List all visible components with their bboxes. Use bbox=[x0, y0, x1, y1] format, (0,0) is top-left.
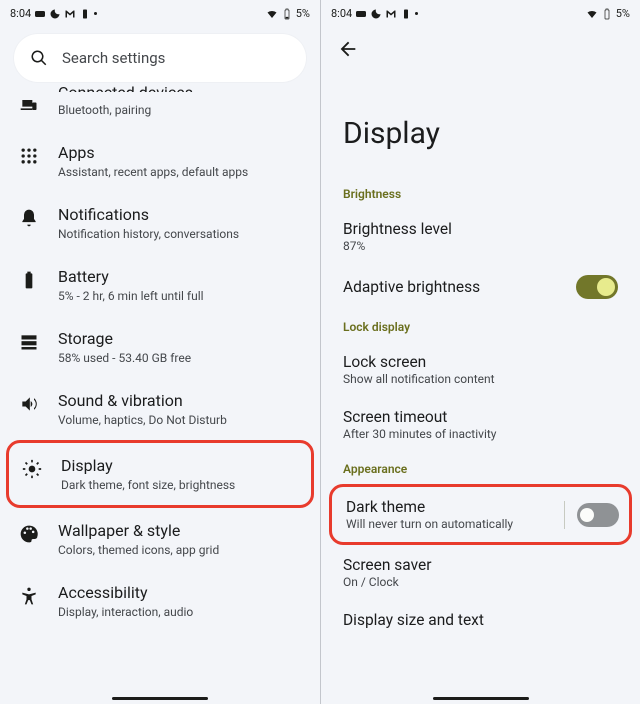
gesture-bar[interactable] bbox=[112, 697, 208, 700]
setting-brightness-level[interactable]: Brightness level 87% bbox=[321, 209, 640, 264]
row-title: Apps bbox=[58, 143, 302, 163]
row-sub: Display, interaction, audio bbox=[58, 605, 302, 619]
speaker-icon bbox=[18, 393, 40, 415]
row-sub: Dark theme, font size, brightness bbox=[61, 478, 299, 492]
row-sub: 58% used - 53.40 GB free bbox=[58, 351, 302, 365]
row-sub: Assistant, recent apps, default apps bbox=[58, 165, 302, 179]
row-title: Screen saver bbox=[343, 556, 618, 574]
status-battery-pct: 5% bbox=[296, 7, 310, 20]
section-brightness: Brightness bbox=[321, 177, 640, 209]
section-lock-display: Lock display bbox=[321, 310, 640, 342]
row-sub: Show all notification content bbox=[343, 372, 618, 386]
row-title: Storage bbox=[58, 329, 302, 349]
dark-theme-toggle[interactable] bbox=[577, 503, 619, 527]
palette-icon bbox=[18, 523, 40, 545]
apps-grid-icon bbox=[18, 145, 40, 167]
setting-screen-timeout[interactable]: Screen timeout After 30 minutes of inact… bbox=[321, 397, 640, 452]
row-sub: After 30 minutes of inactivity bbox=[343, 427, 618, 441]
settings-item-display[interactable]: Display Dark theme, font size, brightnes… bbox=[9, 443, 311, 505]
search-placeholder: Search settings bbox=[62, 49, 165, 67]
setting-screen-saver[interactable]: Screen saver On / Clock bbox=[321, 545, 640, 600]
row-sub: On / Clock bbox=[343, 575, 618, 589]
youtube-icon bbox=[355, 8, 367, 20]
highlight-dark-theme: Dark theme Will never turn on automatica… bbox=[329, 484, 632, 545]
setting-lock-screen[interactable]: Lock screen Show all notification conten… bbox=[321, 342, 640, 397]
row-sub: Colors, themed icons, app grid bbox=[58, 543, 302, 557]
section-appearance: Appearance bbox=[321, 452, 640, 484]
devices-icon bbox=[18, 94, 40, 116]
battery-full-icon bbox=[18, 269, 40, 291]
status-bar: 8:04 5% bbox=[321, 0, 640, 24]
gmail-m-icon bbox=[64, 8, 76, 20]
row-title: Dark theme bbox=[346, 498, 552, 516]
gmail-m-icon bbox=[385, 8, 397, 20]
settings-item-battery[interactable]: Battery 5% - 2 hr, 6 min left until full bbox=[0, 254, 320, 316]
wifi-icon bbox=[586, 8, 598, 20]
row-title: Accessibility bbox=[58, 583, 302, 603]
phone-icon bbox=[400, 8, 412, 20]
highlight-display: Display Dark theme, font size, brightnes… bbox=[6, 440, 314, 508]
row-sub: Volume, haptics, Do Not Disturb bbox=[58, 413, 302, 427]
status-time: 8:04 bbox=[331, 7, 352, 20]
phone-icon bbox=[79, 8, 91, 20]
storage-icon bbox=[18, 331, 40, 353]
row-sub: Notification history, conversations bbox=[58, 227, 302, 241]
setting-display-size-text[interactable]: Display size and text bbox=[321, 600, 640, 640]
display-settings-screen: 8:04 5% Display Brightness Brightness le… bbox=[320, 0, 640, 704]
divider bbox=[564, 501, 565, 529]
row-title: Display bbox=[61, 456, 299, 476]
settings-item-wallpaper[interactable]: Wallpaper & style Colors, themed icons, … bbox=[0, 508, 320, 570]
wifi-icon bbox=[266, 8, 278, 20]
status-dot bbox=[415, 12, 418, 15]
back-button[interactable] bbox=[335, 36, 361, 62]
row-title: Display size and text bbox=[343, 611, 618, 629]
row-title: Screen timeout bbox=[343, 408, 618, 426]
row-title: Adaptive brightness bbox=[343, 278, 564, 296]
row-sub: Bluetooth, pairing bbox=[58, 103, 302, 117]
settings-item-notifications[interactable]: Notifications Notification history, conv… bbox=[0, 192, 320, 254]
status-bar: 8:04 5% bbox=[0, 0, 320, 24]
setting-adaptive-brightness[interactable]: Adaptive brightness bbox=[321, 264, 640, 310]
settings-item-apps[interactable]: Apps Assistant, recent apps, default app… bbox=[0, 130, 320, 192]
settings-item-storage[interactable]: Storage 58% used - 53.40 GB free bbox=[0, 316, 320, 378]
row-title: Lock screen bbox=[343, 353, 618, 371]
search-icon bbox=[30, 49, 48, 67]
moon-icon bbox=[370, 8, 382, 20]
settings-list-screen: 8:04 5% Search settings Connected device… bbox=[0, 0, 320, 704]
setting-dark-theme[interactable]: Dark theme Will never turn on automatica… bbox=[332, 487, 629, 542]
settings-item-connected-devices[interactable]: Connected devices Bluetooth, pairing bbox=[0, 92, 320, 130]
settings-item-accessibility[interactable]: Accessibility Display, interaction, audi… bbox=[0, 570, 320, 632]
status-battery-pct: 5% bbox=[616, 7, 630, 20]
search-settings[interactable]: Search settings bbox=[14, 34, 306, 82]
row-title: Notifications bbox=[58, 205, 302, 225]
accessibility-icon bbox=[18, 585, 40, 607]
brightness-icon bbox=[21, 458, 43, 480]
adaptive-brightness-toggle[interactable] bbox=[576, 275, 618, 299]
moon-icon bbox=[49, 8, 61, 20]
row-sub: Will never turn on automatically bbox=[346, 517, 552, 531]
settings-item-sound[interactable]: Sound & vibration Volume, haptics, Do No… bbox=[0, 378, 320, 440]
gesture-bar[interactable] bbox=[433, 697, 529, 700]
battery-icon bbox=[281, 8, 293, 20]
page-title: Display bbox=[321, 62, 640, 177]
status-time: 8:04 bbox=[10, 7, 31, 20]
bell-icon bbox=[18, 207, 40, 229]
row-title: Sound & vibration bbox=[58, 391, 302, 411]
row-title: Wallpaper & style bbox=[58, 521, 302, 541]
battery-icon bbox=[601, 8, 613, 20]
row-sub: 5% - 2 hr, 6 min left until full bbox=[58, 289, 302, 303]
status-dot bbox=[94, 12, 97, 15]
row-sub: 87% bbox=[343, 239, 618, 253]
row-title: Battery bbox=[58, 267, 302, 287]
youtube-icon bbox=[34, 8, 46, 20]
row-title: Connected devices bbox=[58, 83, 302, 92]
row-title: Brightness level bbox=[343, 220, 618, 238]
